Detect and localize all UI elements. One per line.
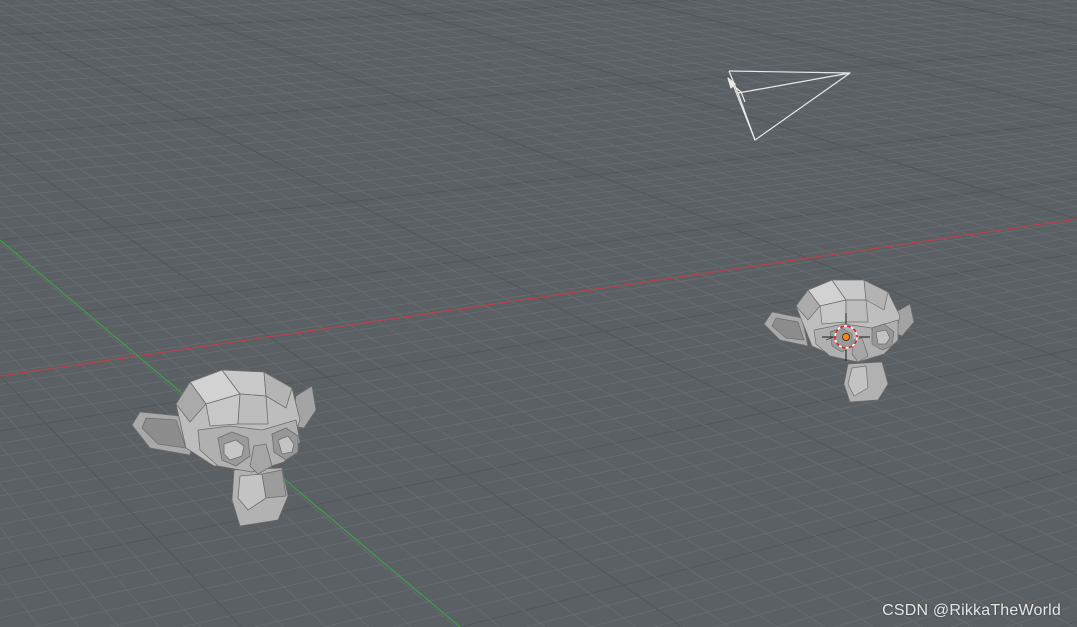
3d-viewport[interactable] bbox=[0, 0, 1077, 627]
viewport-background[interactable] bbox=[0, 0, 1077, 627]
watermark-text: CSDN @RikkaTheWorld bbox=[882, 602, 1061, 619]
object-origin-icon bbox=[842, 332, 851, 341]
